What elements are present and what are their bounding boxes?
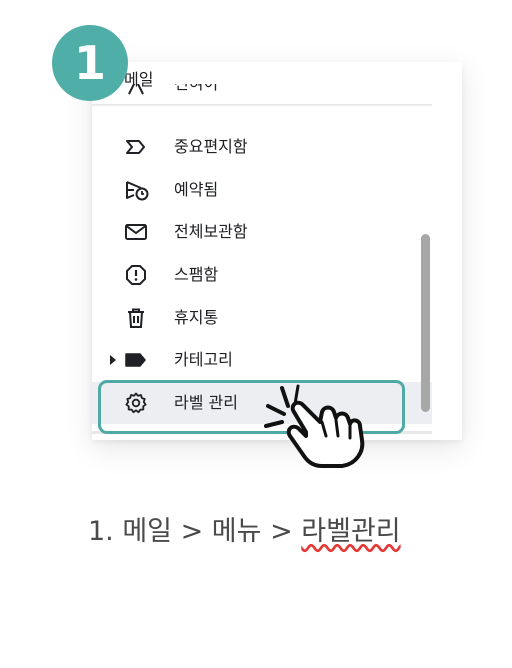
menu-item-trash[interactable]: 휴지통 <box>92 297 432 339</box>
menu-item-label: 카테고리 <box>174 350 233 369</box>
menu-item-label: 예약됨 <box>174 180 219 199</box>
menu-item-important[interactable]: 중요편지함 <box>92 126 432 168</box>
menu-item-spam[interactable]: 스팸함 <box>92 254 432 296</box>
menu-item-label: 휴지통 <box>174 308 219 327</box>
menu-item-label: 전혀이 <box>174 84 218 95</box>
expand-arrow-icon[interactable] <box>110 355 116 365</box>
pointing-hand-icon <box>264 384 365 468</box>
menu-item-sent[interactable]: 전혀이 <box>92 84 432 108</box>
menu-item-label: 스팸함 <box>174 265 219 284</box>
mail-icon <box>124 220 148 244</box>
menu-item-label: 중요편지함 <box>174 137 248 156</box>
trash-icon <box>124 306 148 330</box>
scheduled-send-icon <box>124 178 149 202</box>
label-icon <box>124 348 148 372</box>
caption-prefix: 1. 메일 > 메뉴 > <box>88 516 302 547</box>
menu-item-all-mail[interactable]: 전체보관함 <box>92 211 432 253</box>
step-caption: 1. 메일 > 메뉴 > 라벨관리 <box>88 509 401 548</box>
step-badge: 1 <box>52 25 128 101</box>
menu-item-label: 전체보관함 <box>174 222 248 241</box>
send-icon <box>124 84 148 98</box>
menu-item-scheduled[interactable]: 예약됨 <box>92 169 432 211</box>
menu-item-categories[interactable]: 카테고리 <box>92 339 432 381</box>
important-icon <box>124 135 148 159</box>
scrollbar[interactable] <box>421 234 430 412</box>
caption-highlighted: 라벨관리 <box>301 516 401 547</box>
report-spam-icon <box>124 263 148 287</box>
